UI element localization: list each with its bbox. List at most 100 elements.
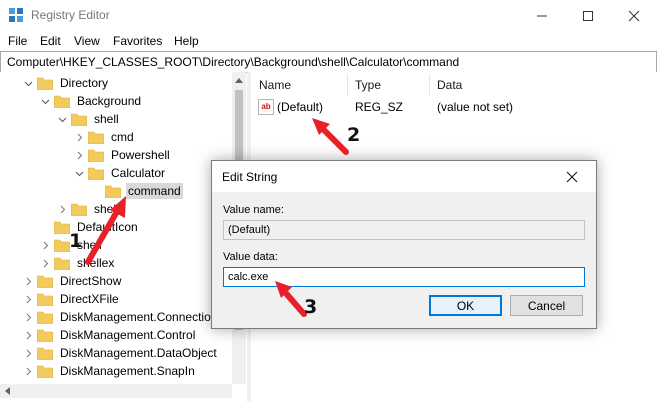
- tree-item-label: shellex: [77, 256, 115, 270]
- tree-item-label: Calculator: [111, 166, 166, 180]
- chevron-right-icon[interactable]: [24, 313, 33, 322]
- annotation-label-1: 1: [69, 230, 83, 252]
- menu-edit[interactable]: Edit: [40, 34, 61, 48]
- value-name-cell[interactable]: (Default): [277, 100, 323, 118]
- cancel-button[interactable]: Cancel: [510, 295, 583, 316]
- folder-icon: [104, 185, 122, 198]
- chevron-down-icon[interactable]: [41, 97, 50, 106]
- chevron-right-icon[interactable]: [24, 277, 33, 286]
- tree-item-label: Powershell: [111, 148, 170, 162]
- tree-item-label: shell: [94, 202, 119, 216]
- minimize-button[interactable]: [519, 0, 565, 31]
- ok-button[interactable]: OK: [429, 295, 502, 316]
- tree-item-diskmanagement-snapin[interactable]: DiskManagement.SnapIn: [24, 362, 197, 380]
- address-bar[interactable]: Computer\HKEY_CLASSES_ROOT\Directory\Bac…: [0, 51, 657, 73]
- tree-item-cmd[interactable]: cmd: [75, 128, 136, 146]
- tree-item-label: DiskManagement.DataObject: [60, 346, 217, 360]
- value-data-text: calc.exe: [228, 271, 269, 283]
- tree-item-shell[interactable]: shell: [58, 110, 121, 128]
- tree-item-label: DefaultIcon: [77, 220, 138, 234]
- folder-icon: [87, 167, 105, 180]
- tree-item-label: DirectShow: [60, 274, 122, 288]
- annotation-label-3: 3: [304, 296, 318, 318]
- chevron-right-icon[interactable]: [41, 259, 50, 268]
- column-divider[interactable]: [429, 74, 430, 96]
- maximize-icon: [583, 10, 593, 21]
- folder-icon: [36, 329, 54, 342]
- tree-item-diskmanagement-connection[interactable]: DiskManagement.Connection: [24, 308, 219, 326]
- registry-editor-window: Registry Editor File Edit View Favorites…: [0, 0, 657, 402]
- tree-item-label: shell: [94, 112, 119, 126]
- address-path: Computer\HKEY_CLASSES_ROOT\Directory\Bac…: [7, 55, 460, 69]
- tree-item-directxfile[interactable]: DirectXFile: [24, 290, 121, 308]
- tree-item-diskmanagement-control[interactable]: DiskManagement.Control: [24, 326, 197, 344]
- folder-icon: [53, 221, 71, 234]
- dialog-close-icon[interactable]: [564, 169, 580, 185]
- value-type-cell: REG_SZ: [355, 100, 404, 114]
- close-button[interactable]: [611, 0, 657, 31]
- folder-icon: [36, 347, 54, 360]
- title-bar[interactable]: Registry Editor: [0, 0, 657, 31]
- folder-icon: [36, 77, 54, 90]
- tree-item-diskmanagement-dataobject[interactable]: DiskManagement.DataObject: [24, 344, 219, 362]
- folder-icon: [53, 95, 71, 108]
- tree-item-directshow[interactable]: DirectShow: [24, 272, 123, 290]
- value-name-field: (Default): [223, 220, 585, 240]
- menu-view[interactable]: View: [74, 34, 100, 48]
- tree-item-command[interactable]: command: [92, 182, 183, 200]
- scroll-up-arrow-icon[interactable]: [235, 77, 243, 83]
- value-data-input[interactable]: calc.exe: [223, 267, 585, 287]
- tree-item-label: Background: [77, 94, 142, 108]
- tree-item-label: DirectXFile: [60, 292, 119, 306]
- menu-file[interactable]: File: [8, 34, 27, 48]
- folder-icon: [87, 149, 105, 162]
- menu-favorites[interactable]: Favorites: [113, 34, 162, 48]
- chevron-right-icon[interactable]: [41, 241, 50, 250]
- column-header-data[interactable]: Data: [437, 78, 462, 96]
- chevron-right-icon[interactable]: [24, 295, 33, 304]
- chevron-right-icon[interactable]: [24, 367, 33, 376]
- tree-item-label: Directory: [60, 76, 109, 90]
- dialog-title-bar[interactable]: Edit String: [212, 161, 596, 192]
- folder-icon: [36, 275, 54, 288]
- tree-item-calculator[interactable]: Calculator: [75, 164, 167, 182]
- chevron-right-icon[interactable]: [24, 331, 33, 340]
- value-name-text: (Default): [228, 224, 271, 236]
- tree-item-label-selected: command: [126, 183, 183, 199]
- folder-icon: [36, 365, 54, 378]
- folder-icon: [53, 257, 71, 270]
- folder-icon: [36, 311, 54, 324]
- maximize-button[interactable]: [565, 0, 611, 31]
- tree-item-background[interactable]: Background: [41, 92, 143, 110]
- minimize-icon: [537, 15, 547, 16]
- tree-item-label: DiskManagement.Control: [60, 328, 196, 342]
- window-title: Registry Editor: [31, 8, 110, 22]
- key-tree: Directory Background shell cmd Powershel…: [0, 72, 246, 402]
- chevron-right-icon[interactable]: [24, 349, 33, 358]
- column-header-name[interactable]: Name: [259, 78, 291, 96]
- tree-item-directory[interactable]: Directory: [24, 74, 110, 92]
- scroll-left-arrow-icon[interactable]: [4, 387, 10, 395]
- value-name-label: Value name:: [223, 204, 284, 216]
- column-divider[interactable]: [347, 74, 348, 96]
- folder-icon: [70, 113, 88, 126]
- column-header-type[interactable]: Type: [355, 78, 381, 96]
- chevron-right-icon[interactable]: [75, 133, 84, 142]
- close-icon: [628, 10, 640, 21]
- annotation-label-2: 2: [347, 124, 361, 146]
- chevron-down-icon[interactable]: [58, 115, 67, 124]
- chevron-down-icon[interactable]: [75, 169, 84, 178]
- chevron-down-icon[interactable]: [24, 79, 33, 88]
- tree-item-shell-2[interactable]: shell: [58, 200, 121, 218]
- tree-horizontal-scrollbar[interactable]: [0, 384, 232, 398]
- tree-item-shellex[interactable]: shellex: [41, 254, 116, 272]
- folder-icon: [70, 203, 88, 216]
- folder-icon: [87, 131, 105, 144]
- menu-help[interactable]: Help: [174, 34, 199, 48]
- dialog-title: Edit String: [222, 170, 278, 184]
- folder-icon: [53, 239, 71, 252]
- tree-item-defaulticon[interactable]: DefaultIcon: [41, 218, 140, 236]
- chevron-right-icon[interactable]: [58, 205, 67, 214]
- tree-item-powershell[interactable]: Powershell: [75, 146, 172, 164]
- chevron-right-icon[interactable]: [75, 151, 84, 160]
